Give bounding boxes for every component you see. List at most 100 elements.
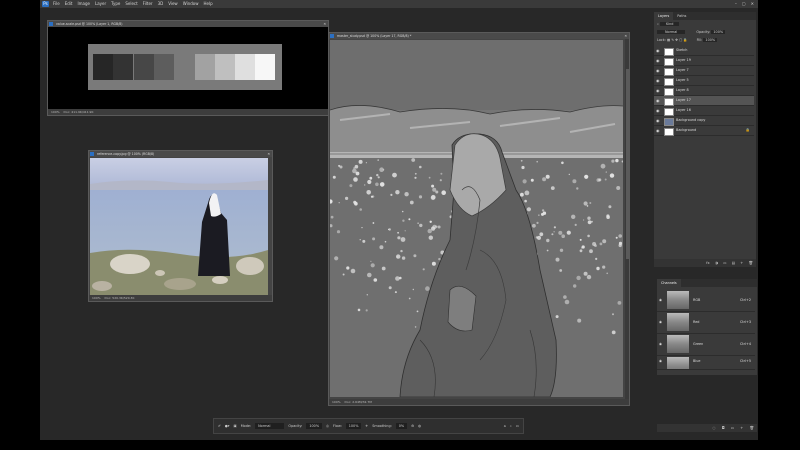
eye-icon[interactable]: ◉ [656,96,660,105]
doc-size: Doc: 520.3K/520.3K [104,296,135,300]
layer-row[interactable]: ◉ Layer 8 [654,86,754,96]
menu-type[interactable]: Type [111,0,120,8]
layer-row[interactable]: ◉ Layer 16 [654,106,754,116]
value-scale-document[interactable]: value-scale.psd @ 100% (Layer 1, RGB/8) … [47,20,329,116]
zoom-level[interactable]: 100% [51,110,60,114]
document-title-bar[interactable]: reference-copy.jpg @ 100% (RGB/8) ✕ [89,151,272,157]
fill-field[interactable]: 100% [703,38,718,42]
eye-icon[interactable]: ◉ [656,86,660,95]
menu-filter[interactable]: Filter [143,0,153,8]
menu-image[interactable]: Image [77,0,90,8]
close-document-icon[interactable]: ✕ [323,21,326,27]
sparkle [419,165,422,169]
menu-layer[interactable]: Layer [95,0,106,8]
sparkle [400,237,406,242]
blend-mode-select[interactable]: Normal [657,30,686,34]
vertical-scrollbar[interactable] [625,39,629,399]
eye-icon[interactable]: ◉ [659,359,662,363]
kind-filter[interactable]: Kind [659,22,680,26]
document-title-bar[interactable]: value-scale.psd @ 100% (Layer 1, RGB/8) … [48,21,328,27]
brush-settings-icon[interactable]: ▣ [234,419,237,433]
airbrush-icon[interactable]: ✈ [365,419,368,433]
tab-layers[interactable]: Layers [654,12,674,20]
eye-icon[interactable]: ◉ [656,116,660,125]
channel-row[interactable]: ◉ Green Ctrl+4 [657,333,755,356]
sparkle [366,190,371,195]
eye-icon[interactable]: ◉ [659,298,662,302]
tab-channels[interactable]: Channels [657,279,681,287]
tab-paths[interactable]: Paths [673,12,690,20]
zoom-level[interactable]: 100% [92,296,101,300]
scroll-thumb[interactable] [625,69,629,259]
layer-row-selected[interactable]: ◉ Layer 17 [654,96,754,106]
maximize-button[interactable]: ▢ [742,0,746,8]
layer-mask-icon[interactable]: ▭ [723,261,726,265]
close-button[interactable]: ✕ [751,0,754,8]
layer-row[interactable]: ◉ Layer 19 [654,56,754,66]
lock-icons[interactable]: ▦ ✎ ✥ ▢ 🔒 [667,38,688,42]
trash-icon[interactable]: 🗑 [748,261,753,265]
sparkle [336,230,341,234]
menu-view[interactable]: View [168,0,178,8]
pressure-size-icon[interactable]: ◍ [418,419,421,433]
pressure-opacity-icon[interactable]: ◎ [326,419,329,433]
minimize-button[interactable]: – [735,0,737,8]
new-layer-icon[interactable]: + [740,261,743,265]
sparkle [379,245,384,250]
eye-icon[interactable]: ◉ [656,56,660,65]
menu-help[interactable]: Help [203,0,212,8]
search-icon[interactable]: ⌕ [510,419,512,433]
sparkle [350,268,356,274]
layers-panel-tabs: Layers Paths [654,12,756,20]
eye-icon[interactable]: ◉ [656,66,660,75]
document-title: master_study.psd @ 100% (Layer 17, RGB/8… [337,34,412,38]
workspace-icon[interactable]: ▭ [516,419,519,433]
fx-icon[interactable]: fx [706,261,709,265]
opacity-field[interactable]: 100% [306,423,323,429]
eye-icon[interactable]: ◉ [656,76,660,85]
eye-icon[interactable]: ◉ [659,320,662,324]
flow-field[interactable]: 100% [345,423,362,429]
layer-row[interactable]: ◉ Background copy [654,116,754,126]
eye-icon[interactable]: ◉ [659,342,662,346]
sparkle [595,257,598,260]
sparkle [532,223,536,228]
main-painting-document[interactable]: master_study.psd @ 100% (Layer 17, RGB/8… [328,32,630,406]
brush-preset-icon[interactable]: ●▾ [225,419,230,433]
reference-document[interactable]: reference-copy.jpg @ 100% (RGB/8) ✕ 100%… [88,150,273,302]
layer-row[interactable]: ◉ Layer 5 [654,76,754,86]
channel-row[interactable]: ◉ Blue Ctrl+5 [657,355,755,370]
painting-canvas[interactable] [330,40,623,397]
brush-tool-icon[interactable]: ✐ [218,419,221,433]
menu-select[interactable]: Select [125,0,137,8]
layer-row[interactable]: ◉ Background 🔒 [654,126,754,136]
new-group-icon[interactable]: ▤ [732,261,735,265]
save-selection-icon[interactable]: ◘ [722,426,725,430]
menu-edit[interactable]: Edit [65,0,73,8]
load-selection-icon[interactable]: ◌ [712,426,715,430]
gear-icon[interactable]: ⚙ [411,419,414,433]
opacity-field[interactable]: 100% [711,30,726,34]
channels-list: ◉ RGB Ctrl+2 ◉ Red Ctrl+3 ◉ Green Ctrl+4 ◉ Blue… [657,289,757,370]
mode-select[interactable]: Normal [255,423,285,429]
document-title-bar[interactable]: master_study.psd @ 100% (Layer 17, RGB/8… [329,33,629,39]
eye-icon[interactable]: ◉ [656,106,660,115]
trash-icon[interactable]: 🗑 [749,426,754,430]
eye-icon[interactable]: ◉ [656,126,660,135]
layer-row[interactable]: ◉ Sketch [654,46,754,56]
channel-row[interactable]: ◉ RGB Ctrl+2 [657,289,755,312]
symmetry-icon[interactable]: ⌂ [504,419,506,433]
channel-mask-icon[interactable]: ▭ [731,426,734,430]
menu-3d[interactable]: 3D [158,0,164,8]
adjustment-layer-icon[interactable]: ◑ [715,261,718,265]
new-channel-icon[interactable]: + [740,426,743,430]
menu-window[interactable]: Window [183,0,199,8]
zoom-level[interactable]: 100% [332,400,341,404]
smoothing-field[interactable]: 0% [395,423,408,429]
sparkle [617,301,622,305]
layer-row[interactable]: ◉ Layer 7 [654,66,754,76]
close-document-icon[interactable]: ✕ [267,151,270,157]
channel-row[interactable]: ◉ Red Ctrl+3 [657,311,755,334]
menu-file[interactable]: File [53,0,60,8]
eye-icon[interactable]: ◉ [656,46,660,55]
